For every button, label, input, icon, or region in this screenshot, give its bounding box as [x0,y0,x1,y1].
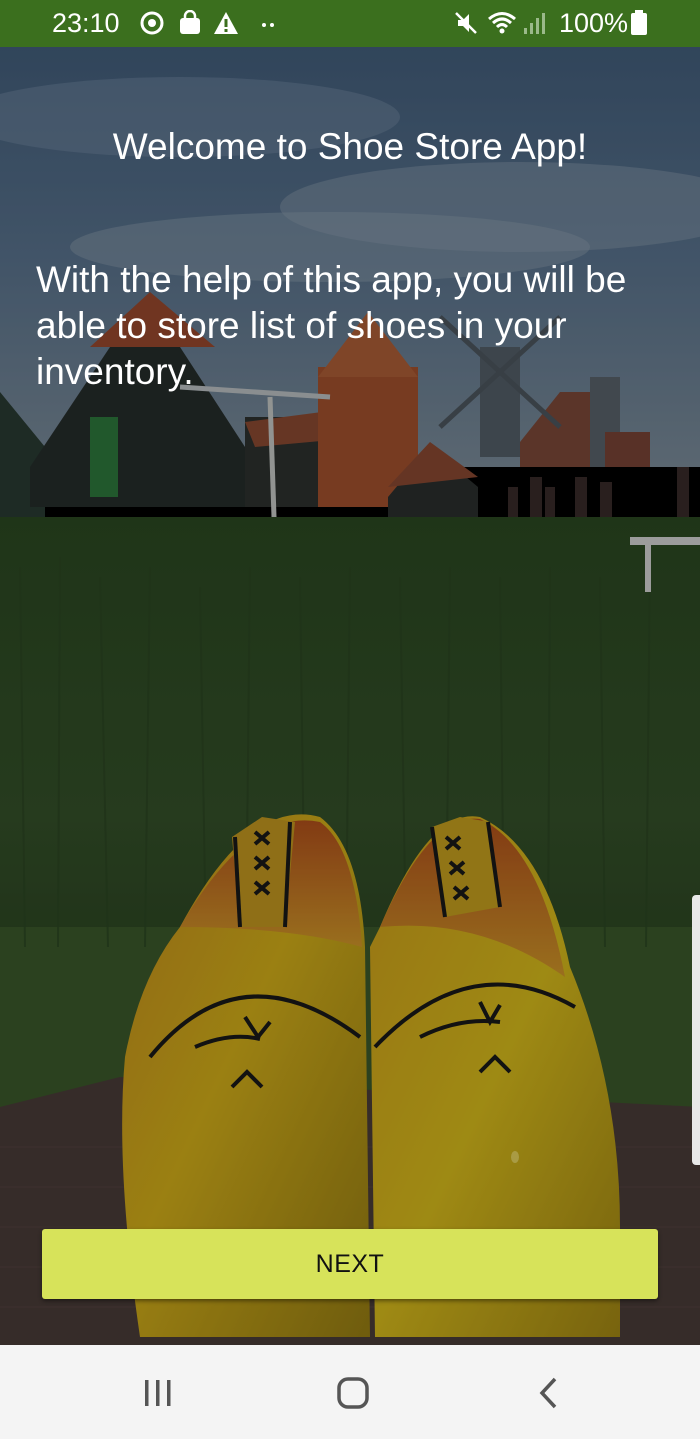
wifi-icon [488,12,516,34]
battery-percent: 100% [558,8,628,38]
sync-icon [140,11,164,35]
welcome-title: Welcome to Shoe Store App! [112,126,588,167]
back-icon[interactable] [527,1371,571,1415]
warning-icon [214,12,238,34]
welcome-description: With the help of this app, you will be a… [36,259,627,392]
more-dots-icon [262,23,274,27]
status-time: 23:10 [52,8,120,38]
edge-panel-handle[interactable] [692,895,700,1165]
home-icon[interactable] [331,1371,375,1415]
recent-apps-icon[interactable] [136,1371,180,1415]
mute-icon [455,12,477,34]
background-photo [0,47,700,1345]
navigation-bar [0,1345,700,1439]
shopping-bag-icon [180,10,200,34]
background-dim-overlay [0,47,700,1345]
next-button[interactable]: NEXT [42,1229,658,1299]
signal-icon [524,13,545,34]
battery-icon [631,10,647,35]
status-bar: 23:10 100% [0,0,700,47]
